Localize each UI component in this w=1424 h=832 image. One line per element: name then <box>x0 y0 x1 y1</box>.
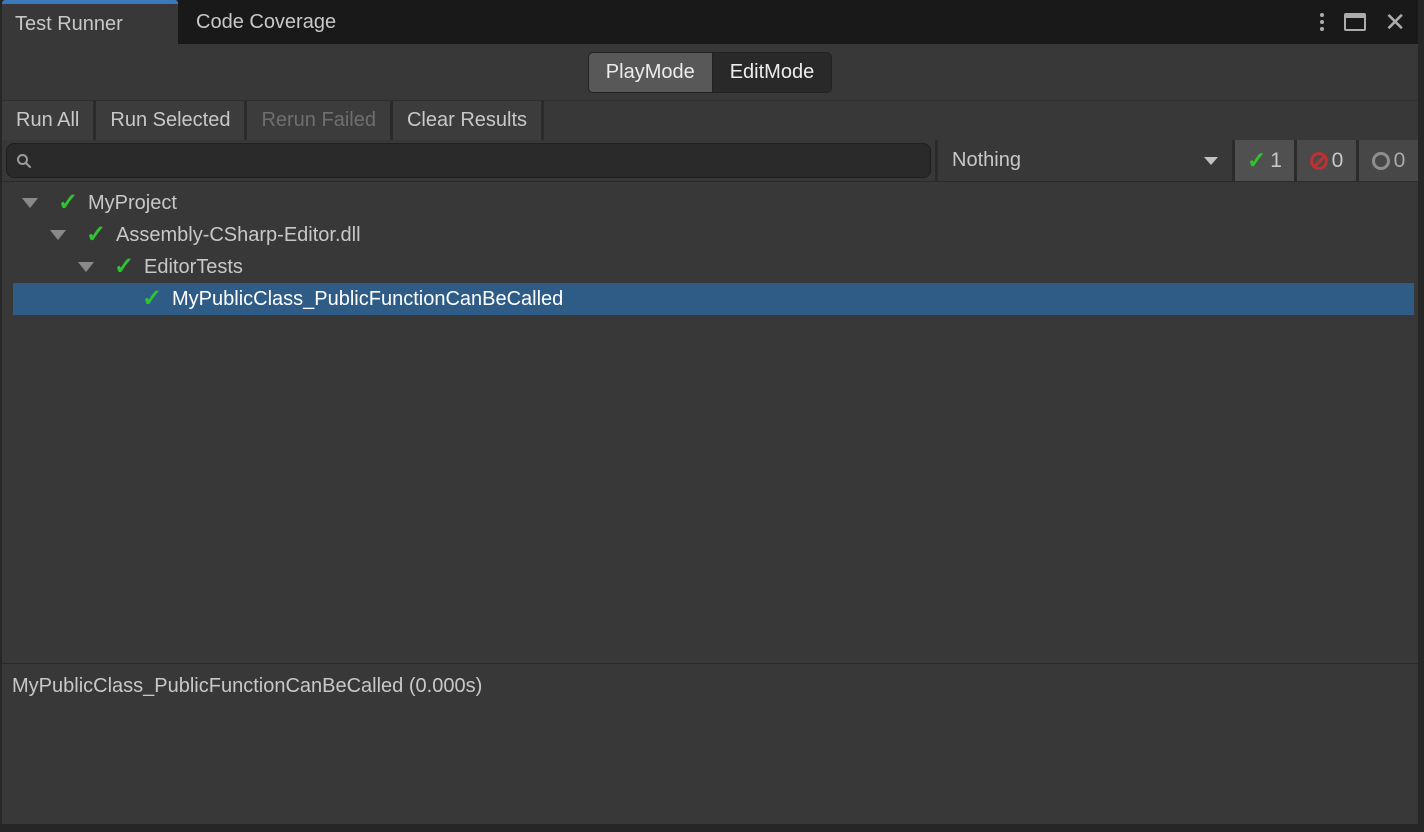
tree-row-editortests[interactable]: ✓ EditorTests <box>2 251 1418 283</box>
pass-icon: ✓ <box>86 223 116 247</box>
window-tab-bar: Test Runner Code Coverage ✕ <box>2 0 1418 44</box>
skipped-count: 0 <box>1394 149 1406 173</box>
tab-code-coverage[interactable]: Code Coverage <box>178 0 354 44</box>
mode-toggle-row: PlayMode EditMode <box>2 44 1418 100</box>
search-field-wrap <box>2 140 935 181</box>
search-box <box>6 143 931 178</box>
passed-filter-toggle[interactable]: ✓ 1 <box>1232 140 1294 181</box>
test-detail-panel: MyPublicClass_PublicFunctionCanBeCalled … <box>2 663 1418 824</box>
fail-icon <box>1310 152 1328 170</box>
toolbar: Run All Run Selected Rerun Failed Clear … <box>2 100 1418 140</box>
pass-icon: ✓ <box>58 191 88 215</box>
tree-row-assembly[interactable]: ✓ Assembly-CSharp-Editor.dll <box>2 219 1418 251</box>
passed-count: 1 <box>1270 149 1282 173</box>
search-icon <box>16 153 32 169</box>
test-tree: ✓ MyProject ✓ Assembly-CSharp-Editor.dll… <box>2 182 1418 663</box>
pass-icon: ✓ <box>142 287 172 311</box>
filter-bar: Nothing ✓ 1 0 0 <box>2 140 1418 182</box>
tab-test-runner[interactable]: Test Runner <box>2 0 178 44</box>
kebab-menu-icon[interactable] <box>1318 11 1326 33</box>
skipped-filter-toggle[interactable]: 0 <box>1356 140 1418 181</box>
foldout-expanded-icon[interactable] <box>22 198 58 208</box>
test-detail-text: MyPublicClass_PublicFunctionCanBeCalled … <box>12 675 482 697</box>
skip-icon <box>1372 152 1390 170</box>
tree-row-label: Assembly-CSharp-Editor.dll <box>116 224 361 247</box>
category-filter-dropdown[interactable]: Nothing <box>938 140 1232 181</box>
test-runner-window: Test Runner Code Coverage ✕ PlayMode Edi… <box>0 0 1424 832</box>
chevron-down-icon <box>1204 157 1218 165</box>
tree-row-label: MyProject <box>88 192 177 215</box>
category-filter-value: Nothing <box>952 149 1021 172</box>
run-selected-button[interactable]: Run Selected <box>96 101 244 140</box>
tree-row-myproject[interactable]: ✓ MyProject <box>2 187 1418 219</box>
tab-test-runner-label: Test Runner <box>15 13 123 36</box>
pass-icon: ✓ <box>1247 149 1266 172</box>
tree-row-label: MyPublicClass_PublicFunctionCanBeCalled <box>172 288 563 311</box>
editmode-button[interactable]: EditMode <box>712 53 832 92</box>
mode-toggle-group: PlayMode EditMode <box>588 52 832 93</box>
close-icon[interactable]: ✕ <box>1384 9 1406 35</box>
tree-row-label: EditorTests <box>144 256 243 279</box>
window-controls: ✕ <box>1318 0 1418 44</box>
search-input[interactable] <box>32 150 930 172</box>
pass-icon: ✓ <box>114 255 144 279</box>
rerun-failed-button[interactable]: Rerun Failed <box>247 101 390 140</box>
clear-results-button[interactable]: Clear Results <box>393 101 541 140</box>
tab-code-coverage-label: Code Coverage <box>196 11 336 34</box>
tree-row-test-case[interactable]: ✓ MyPublicClass_PublicFunctionCanBeCalle… <box>13 283 1414 315</box>
maximize-icon[interactable] <box>1344 13 1366 31</box>
window-content: PlayMode EditMode Run All Run Selected R… <box>2 44 1418 824</box>
toolbar-spacer <box>544 101 1418 140</box>
failed-count: 0 <box>1332 149 1344 173</box>
failed-filter-toggle[interactable]: 0 <box>1294 140 1356 181</box>
foldout-expanded-icon[interactable] <box>78 262 114 272</box>
playmode-button[interactable]: PlayMode <box>589 53 712 92</box>
foldout-expanded-icon[interactable] <box>50 230 86 240</box>
run-all-button[interactable]: Run All <box>2 101 93 140</box>
